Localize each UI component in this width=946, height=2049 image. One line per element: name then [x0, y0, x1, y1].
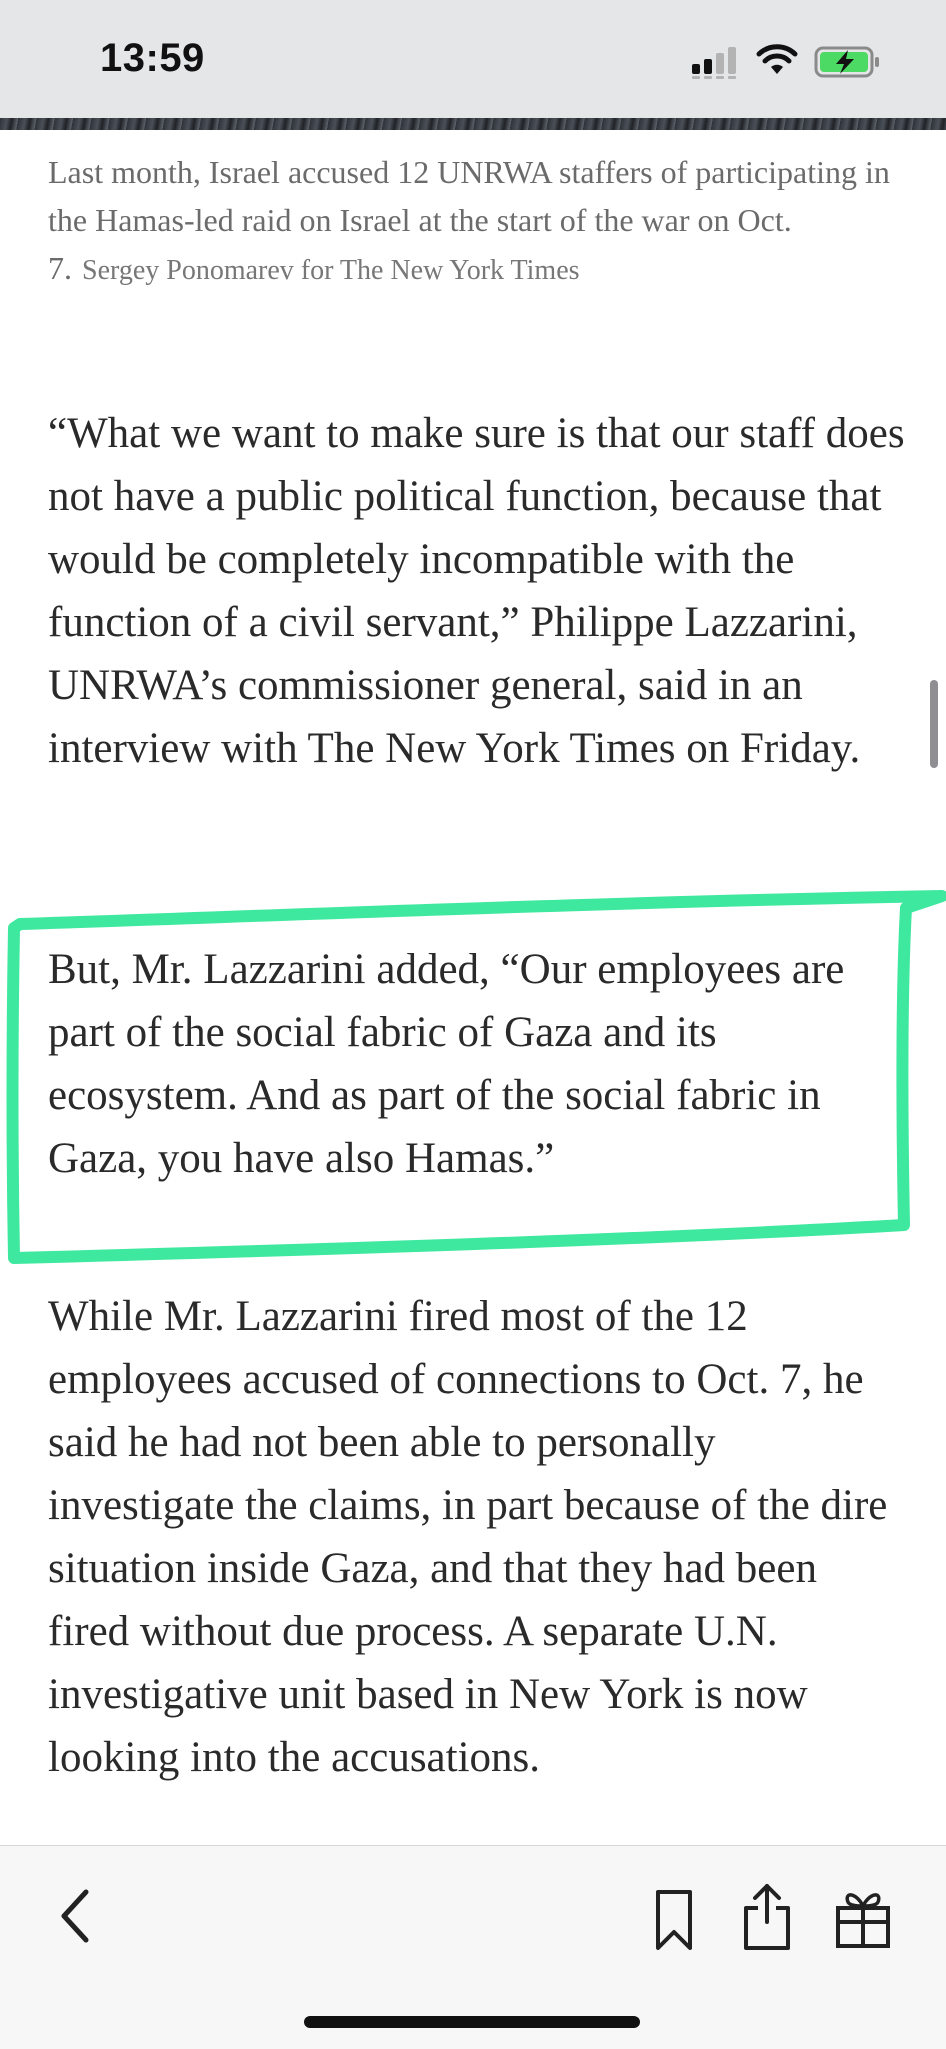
- signal-icon: [692, 47, 736, 79]
- battery-charging-icon: [814, 46, 879, 78]
- scrollbar[interactable]: [930, 680, 938, 768]
- photo-caption: Last month, Israel accused 12 UNRWA staf…: [48, 148, 898, 295]
- share-icon[interactable]: [740, 1882, 794, 1952]
- wifi-icon: [756, 44, 798, 74]
- article-paragraph-highlighted: But, Mr. Lazzarini added, “Our employees…: [48, 946, 845, 1182]
- status-bar: 13:59: [0, 0, 946, 130]
- article-paragraph: While Mr. Lazzarini fired most of the 12…: [48, 1293, 888, 1781]
- article-paragraph: “What we want to make sure is that our s…: [48, 410, 905, 772]
- article-photo-edge: [0, 118, 946, 130]
- gift-icon[interactable]: [832, 1886, 894, 1950]
- home-indicator[interactable]: [304, 2016, 640, 2028]
- bookmark-icon[interactable]: [650, 1888, 698, 1952]
- photo-credit: Sergey Ponomarev for The New York Times: [82, 255, 580, 286]
- bottom-toolbar: [0, 1845, 946, 2049]
- back-chevron-icon[interactable]: [52, 1886, 100, 1946]
- status-time: 13:59: [100, 36, 205, 80]
